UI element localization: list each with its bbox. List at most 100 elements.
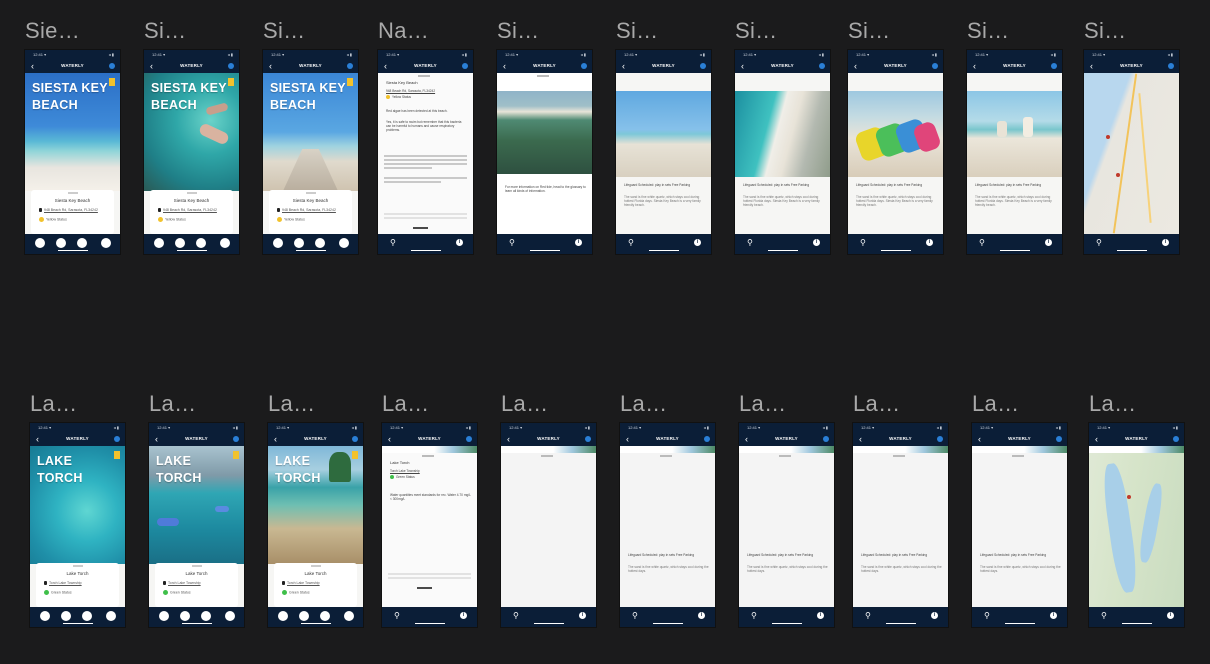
globe-icon[interactable] xyxy=(1051,63,1057,69)
drag-handle[interactable] xyxy=(893,455,905,457)
pager-dot[interactable] xyxy=(56,238,66,248)
drag-handle[interactable] xyxy=(779,455,791,457)
info-icon[interactable]: i xyxy=(1050,612,1057,619)
artboard-lake-blank-1[interactable]: La… 12:41 ▾ ◂ ▮ ‹ WATERLY ⚲ i xyxy=(501,391,596,627)
pager-dot[interactable] xyxy=(180,611,190,621)
pager-dot[interactable] xyxy=(315,238,325,248)
pager-dot[interactable] xyxy=(294,238,304,248)
lake-address[interactable]: Torch Lake Township xyxy=(282,581,320,586)
globe-icon[interactable] xyxy=(1056,436,1062,442)
info-icon[interactable]: i xyxy=(931,612,938,619)
pager-dot[interactable] xyxy=(101,238,111,248)
pager-dot[interactable] xyxy=(273,238,283,248)
beach-card[interactable]: Siesta Key Beach 948 Beach Rd, Sarasota,… xyxy=(150,190,233,234)
pager-dot[interactable] xyxy=(159,611,169,621)
pager-dot[interactable] xyxy=(220,238,230,248)
pager-dot[interactable] xyxy=(77,238,87,248)
map-pin-icon[interactable]: ⚲ xyxy=(860,239,866,247)
globe-icon[interactable] xyxy=(462,63,468,69)
globe-icon[interactable] xyxy=(585,436,591,442)
drag-handle[interactable] xyxy=(660,455,672,457)
globe-icon[interactable] xyxy=(819,63,825,69)
globe-icon[interactable] xyxy=(932,63,938,69)
map-pin-icon[interactable]: ⚲ xyxy=(632,612,638,620)
drag-handle[interactable] xyxy=(306,192,316,194)
map-pin-icon[interactable]: ⚲ xyxy=(747,239,753,247)
globe-icon[interactable] xyxy=(937,436,943,442)
bookmark-icon[interactable] xyxy=(114,451,120,459)
map-view[interactable] xyxy=(1084,73,1179,234)
artboard-lake-map[interactable]: La… 12:41 ▾ ◂ ▮ ‹ WATERLY ⚲ i xyxy=(1089,391,1184,627)
beach-card[interactable]: Siesta Key Beach 948 Beach Rd, Sarasota,… xyxy=(269,190,352,234)
info-icon[interactable]: i xyxy=(1167,612,1174,619)
drag-handle[interactable] xyxy=(537,75,549,77)
pager-dot[interactable] xyxy=(82,611,92,621)
artboard-siesta-redtide[interactable]: Si… 12:41 ▾ ◂ ▮ ‹ WATERLY For more inform… xyxy=(497,18,592,254)
artboard-lake-2[interactable]: La… 12:41 ▾ ◂ ▮ ‹ WATERLY LAKE TORCH Lake … xyxy=(149,391,244,627)
globe-icon[interactable] xyxy=(1168,63,1174,69)
pager-dot[interactable] xyxy=(339,238,349,248)
pager-dot[interactable] xyxy=(320,611,330,621)
bookmark-icon[interactable] xyxy=(228,78,234,86)
pager-dot[interactable] xyxy=(225,611,235,621)
globe-icon[interactable] xyxy=(109,63,115,69)
artboard-lake-blank-5[interactable]: La… 12:41 ▾ ◂ ▮ ‹ WATERLY Lifeguard Sched… xyxy=(972,391,1067,627)
info-icon[interactable]: i xyxy=(456,239,463,246)
bookmark-icon[interactable] xyxy=(109,78,115,86)
map-pin-icon[interactable]: ⚲ xyxy=(513,612,519,620)
pager-dot[interactable] xyxy=(278,611,288,621)
artboard-lake-blank-2[interactable]: La… 12:41 ▾ ◂ ▮ ‹ WATERLY Lifeguard Sched… xyxy=(620,391,715,627)
globe-icon[interactable] xyxy=(114,436,120,442)
artboard-siesta-3[interactable]: Si… 12:41 ▾ ◂ ▮ ‹ WATERLY SIESTA KEY BEACH… xyxy=(263,18,358,254)
pager-dot[interactable] xyxy=(40,611,50,621)
pager-dot[interactable] xyxy=(35,238,45,248)
beach-address[interactable]: 948 Beach Rd, Sarasota, FL34242 xyxy=(39,208,98,213)
info-icon[interactable]: i xyxy=(694,239,701,246)
map-marker-icon[interactable] xyxy=(1127,495,1131,499)
artboard-lake-blank-3[interactable]: La… 12:41 ▾ ◂ ▮ ‹ WATERLY Lifeguard Sched… xyxy=(739,391,834,627)
drag-handle[interactable] xyxy=(187,192,197,194)
bookmark-icon[interactable] xyxy=(233,451,239,459)
drag-handle[interactable] xyxy=(73,565,83,567)
artboard-siesta-photo-2[interactable]: Si… 12:41 ▾ ◂ ▮ ‹ WATERLY Lifeguard Sched… xyxy=(735,18,830,254)
pager-dot[interactable] xyxy=(196,238,206,248)
globe-icon[interactable] xyxy=(700,63,706,69)
artboard-siesta-2[interactable]: Si… 12:41 ▾ ◂ ▮ ‹ WATERLY SIESTA KEY BEACH… xyxy=(144,18,239,254)
globe-icon[interactable] xyxy=(352,436,358,442)
drag-handle[interactable] xyxy=(68,192,78,194)
artboard-siesta-map[interactable]: Si… 12:41 ▾ ◂ ▮ ‹ WATERLY ⚲ i xyxy=(1084,18,1179,254)
info-icon[interactable]: i xyxy=(698,612,705,619)
drag-handle[interactable] xyxy=(541,455,553,457)
lake-address[interactable]: Torch Lake Township xyxy=(44,581,82,586)
pager-dot[interactable] xyxy=(175,238,185,248)
globe-icon[interactable] xyxy=(228,63,234,69)
bookmark-icon[interactable] xyxy=(347,78,353,86)
pager-dot[interactable] xyxy=(299,611,309,621)
map-pin-icon[interactable]: ⚲ xyxy=(390,239,396,247)
info-icon[interactable]: i xyxy=(575,239,582,246)
pager-dot[interactable] xyxy=(201,611,211,621)
map-marker-icon[interactable] xyxy=(1116,173,1120,177)
beach-address[interactable]: 948 Beach Rd, Sarasota, FL34242 xyxy=(158,208,217,213)
lake-address[interactable]: Torch Lake Township xyxy=(163,581,201,586)
artboard-lake-3[interactable]: La… 12:41 ▾ ◂ ▮ ‹ WATERLY LAKE TORCH Lake … xyxy=(268,391,363,627)
artboard-lake-detail[interactable]: La… 12:41 ▾ ◂ ▮ ‹ WATERLY Lake Torch Torc… xyxy=(382,391,477,627)
pager-dot[interactable] xyxy=(344,611,354,621)
map-pin-icon[interactable]: ⚲ xyxy=(979,239,985,247)
artboard-lake-1[interactable]: La… 12:41 ▾ ◂ ▮ ‹ WATERLY LAKE TORCH Lake … xyxy=(30,391,125,627)
globe-icon[interactable] xyxy=(466,436,472,442)
map-pin-icon[interactable]: ⚲ xyxy=(1101,612,1107,620)
beach-address[interactable]: 948 Beach Rd, Sarasota, FL34242 xyxy=(386,89,467,93)
pager-dot[interactable] xyxy=(106,611,116,621)
map-pin-icon[interactable]: ⚲ xyxy=(984,612,990,620)
info-icon[interactable]: i xyxy=(1162,239,1169,246)
globe-icon[interactable] xyxy=(233,436,239,442)
artboard-siesta-1[interactable]: Sie… 12:41 ▾ ◂ ▮ ‹ WATERLY SIESTA KEY BEAC… xyxy=(25,18,120,254)
map-pin-icon[interactable]: ⚲ xyxy=(509,239,515,247)
lake-address[interactable]: Torch Lake Township xyxy=(390,469,471,473)
pager-dot[interactable] xyxy=(61,611,71,621)
artboard-siesta-photo-3[interactable]: Si… 12:41 ▾ ◂ ▮ ‹ WATERLY Lifeguard Sched… xyxy=(848,18,943,254)
drag-handle[interactable] xyxy=(311,565,321,567)
info-icon[interactable]: i xyxy=(926,239,933,246)
globe-icon[interactable] xyxy=(704,436,710,442)
